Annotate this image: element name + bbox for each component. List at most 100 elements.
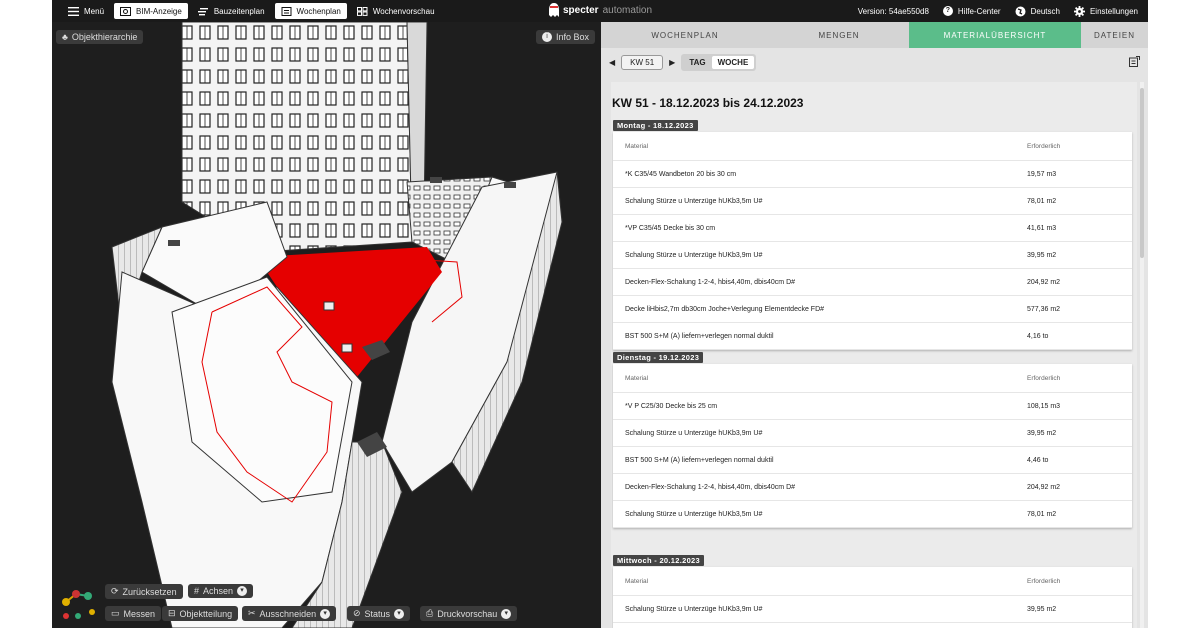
- material-content[interactable]: KW 51 - 18.12.2023 bis 24.12.2023 Montag…: [611, 82, 1137, 628]
- material-cell: Schalung Stürze u Unterzüge hUKb3,9m U#: [625, 429, 763, 437]
- logo-suffix: automation: [602, 4, 653, 16]
- tab-materialuebersicht[interactable]: MATERIALÜBERSICHT: [909, 22, 1081, 48]
- globe-icon: [1015, 6, 1026, 16]
- quantity-cell: 39,95 m2: [1027, 429, 1057, 437]
- col-material: Material: [625, 374, 649, 382]
- einstellungen-label: Einstellungen: [1089, 6, 1138, 16]
- hilfe-center-label: Hilfe-Center: [957, 6, 1001, 16]
- bim-icon: [120, 6, 132, 16]
- table-row[interactable]: Schalung Stürze u Unterzüge hUKb3,9m U# 3…: [613, 420, 1132, 447]
- menu-label: Menü: [84, 6, 105, 16]
- table-row[interactable]: *K C35/45 Wandbeton 20 bis 30 cm 19,57 m3: [613, 161, 1132, 188]
- material-cell: Schalung Stürze u Unterzüge hUKb3,5m U#: [625, 510, 763, 518]
- bim-viewer[interactable]: ♣ Objekthierarchie i Info Box ⟳ Zurückse…: [52, 22, 601, 628]
- scroll-thumb[interactable]: [1140, 88, 1144, 258]
- status-dropdown-icon[interactable]: ▾: [394, 608, 405, 619]
- druckvorschau-label: Druckvorschau: [437, 608, 498, 619]
- material-cell: Schalung Stürze u Unterzüge hUKb3,9m U#: [625, 251, 763, 259]
- info-icon: i: [541, 32, 552, 42]
- table-row[interactable]: Decke liHbis2,7m db30cm Joche+Verlegung …: [613, 296, 1132, 323]
- bim-anzeige-button[interactable]: BIM-Anzeige: [114, 3, 188, 19]
- hilfe-center-button[interactable]: ? Hilfe-Center: [942, 6, 1001, 16]
- table-row[interactable]: Decken-Flex-Schalung 1-2-4, hbis4,40m, d…: [613, 269, 1132, 296]
- axis-gizmo-icon[interactable]: [56, 582, 98, 620]
- language-button[interactable]: Deutsch: [1015, 6, 1060, 17]
- help-icon: ?: [942, 6, 953, 16]
- wochenplan-button[interactable]: Wochenplan: [274, 3, 347, 19]
- table-row[interactable]: BST 500 S+M (A) liefern+verlegen normal …: [613, 447, 1132, 474]
- bauzeitenplan-label: Bauzeitenplan: [213, 6, 265, 16]
- messen-label: Messen: [123, 608, 156, 619]
- table-row[interactable]: Schalung Stürze u Unterzüge hUKb3,9m U# 3…: [613, 596, 1132, 623]
- material-cell: BST 500 S+M (A) liefern+verlegen normal …: [625, 332, 774, 340]
- col-material: Material: [625, 142, 649, 150]
- bim-anzeige-label: BIM-Anzeige: [136, 6, 182, 16]
- week-title: KW 51 - 18.12.2023 bis 24.12.2023: [612, 96, 804, 110]
- gantt-icon: [197, 7, 208, 15]
- top-bar: Menü BIM-Anzeige Bauzeitenplan Wochenpla…: [52, 0, 1148, 22]
- toggle-woche[interactable]: WOCHE: [711, 55, 755, 69]
- table-row[interactable]: Schalung Stürze u Unterzüge hUKb3,5m U# 7…: [613, 501, 1132, 528]
- top-bar-right: Version: 54ae550d8 ? Hilfe-Center Deutsc…: [858, 0, 1138, 22]
- druckvorschau-button[interactable]: ⎙ Druckvorschau ▾: [420, 606, 518, 621]
- material-cell: Schalung Stürze u Unterzüge hUKb3,5m U#: [625, 197, 763, 205]
- table-row[interactable]: Decken-Flex-Schalung 1-2-4, hbis4,40m, d…: [613, 623, 1132, 628]
- kw-selector[interactable]: KW 51: [621, 54, 664, 70]
- right-panel: WOCHENPLAN MENGEN MATERIALÜBERSICHT DATE…: [601, 22, 1148, 628]
- bauzeitenplan-button[interactable]: Bauzeitenplan: [192, 3, 271, 19]
- tab-dateien[interactable]: DATEIEN: [1081, 22, 1148, 48]
- export-icon[interactable]: [1129, 56, 1140, 67]
- gear-icon: [1073, 5, 1085, 17]
- col-erforderlich: Erforderlich: [1027, 577, 1061, 585]
- zuruecksetzen-label: Zurücksetzen: [122, 586, 177, 597]
- next-week-icon[interactable]: ▶: [669, 58, 675, 67]
- col-erforderlich: Erforderlich: [1027, 142, 1061, 150]
- table-row[interactable]: *VP C35/45 Decke bis 30 cm 41,61 m3: [613, 215, 1132, 242]
- status-button[interactable]: ⊘ Status ▾: [347, 606, 411, 621]
- table-header: Material Erforderlich: [613, 364, 1132, 393]
- objektteilung-button[interactable]: ⊟ Objektteilung: [162, 606, 239, 621]
- achsen-dropdown-icon[interactable]: ▾: [237, 586, 248, 596]
- col-erforderlich: Erforderlich: [1027, 374, 1061, 382]
- quantity-cell: 78,01 m2: [1027, 197, 1057, 205]
- objektteilung-label: Objektteilung: [179, 608, 233, 619]
- table-row[interactable]: Decken-Flex-Schalung 1-2-4, hbis4,40m, d…: [613, 474, 1132, 501]
- material-cell: *VP C35/45 Decke bis 30 cm: [625, 224, 716, 232]
- prev-week-icon[interactable]: ◀: [609, 58, 615, 67]
- building-model[interactable]: [52, 22, 601, 628]
- toggle-tag[interactable]: TAG: [683, 56, 711, 69]
- ausschneiden-button[interactable]: ✂ Ausschneiden ▾: [242, 606, 337, 621]
- panel-tabs: WOCHENPLAN MENGEN MATERIALÜBERSICHT DATE…: [601, 22, 1148, 48]
- messen-button[interactable]: ▭ Messen: [105, 606, 162, 621]
- status-label: Status: [364, 608, 391, 619]
- view-toggle: TAG WOCHE: [681, 53, 757, 71]
- table-row[interactable]: Schalung Stürze u Unterzüge hUKb3,9m U# 3…: [613, 242, 1132, 269]
- ausschneiden-dropdown-icon[interactable]: ▾: [320, 608, 331, 619]
- table-row[interactable]: *V P C25/30 Decke bis 25 cm 108,15 m3: [613, 393, 1132, 420]
- tab-mengen[interactable]: MENGEN: [769, 22, 909, 48]
- material-cell: BST 500 S+M (A) liefern+verlegen normal …: [625, 456, 774, 464]
- material-cell: Decken-Flex-Schalung 1-2-4, hbis4,40m, d…: [625, 278, 796, 286]
- info-box-button[interactable]: i Info Box: [535, 30, 595, 44]
- quantity-cell: 39,95 m2: [1027, 605, 1057, 613]
- druckvorschau-dropdown-icon[interactable]: ▾: [501, 608, 512, 619]
- app-window: Menü BIM-Anzeige Bauzeitenplan Wochenpla…: [52, 0, 1148, 628]
- grid-hash-icon: #: [194, 586, 200, 596]
- status-check-icon: ⊘: [353, 608, 361, 618]
- table-header: Material Erforderlich: [613, 132, 1132, 161]
- wochenvorschau-button[interactable]: Wochenvorschau: [351, 3, 441, 19]
- table-row[interactable]: Schalung Stürze u Unterzüge hUKb3,5m U# 7…: [613, 188, 1132, 215]
- table-row[interactable]: BST 500 S+M (A) liefern+verlegen normal …: [613, 323, 1132, 350]
- printer-icon: ⎙: [426, 608, 434, 618]
- tab-wochenplan[interactable]: WOCHENPLAN: [601, 22, 769, 48]
- version-text: Version: 54ae550d8: [857, 6, 929, 16]
- objekthierarchie-button[interactable]: ♣ Objekthierarchie: [56, 30, 144, 44]
- achsen-button[interactable]: # Achsen ▾: [188, 584, 254, 598]
- einstellungen-button[interactable]: Einstellungen: [1073, 5, 1138, 17]
- menu-button[interactable]: Menü: [62, 3, 110, 19]
- content-scrollbar[interactable]: [1140, 82, 1144, 628]
- zuruecksetzen-button[interactable]: ⟳ Zurücksetzen: [105, 584, 183, 599]
- week-navigation: ◀ KW 51 ▶ TAG WOCHE: [601, 48, 1148, 76]
- quantity-cell: 19,57 m3: [1027, 170, 1057, 178]
- grid-icon: [356, 6, 368, 16]
